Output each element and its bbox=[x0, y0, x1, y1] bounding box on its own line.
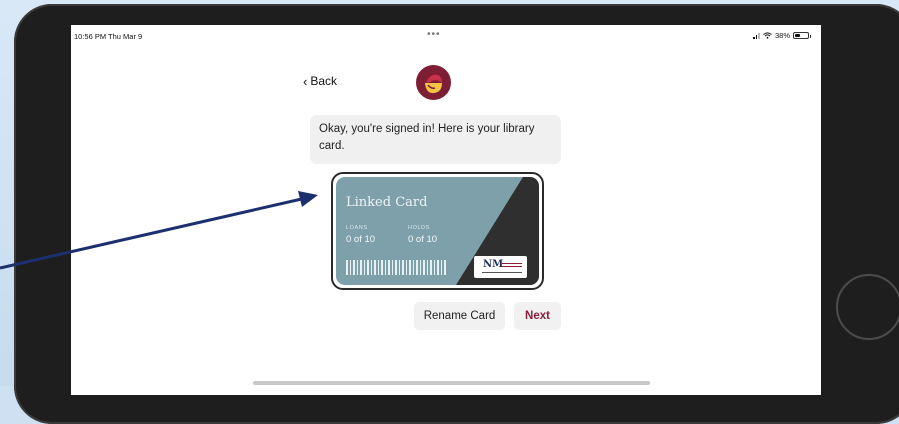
pointer-arrow-icon bbox=[0, 191, 318, 270]
